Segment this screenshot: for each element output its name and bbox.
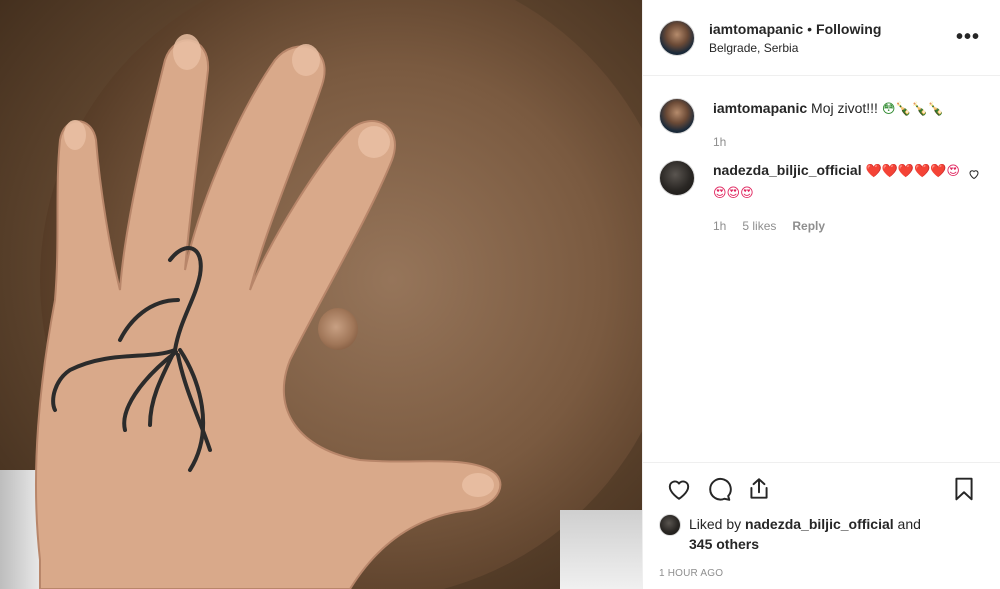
liker-username[interactable]: nadezda_biljic_official [745,516,894,532]
comment-likes[interactable]: 5 likes [742,216,776,236]
caption-text: Moj zivot!!! [811,100,878,116]
post-location[interactable]: Belgrade, Serbia [709,41,952,55]
photo-hand [34,34,502,589]
liked-by-others[interactable]: 345 others [689,536,759,552]
comment-age[interactable]: 1h [713,216,726,236]
author-info: iamtomapanic • Following Belgrade, Serbi… [709,21,952,55]
comment-like-heart-icon[interactable] [968,168,980,180]
comment-icon[interactable] [699,469,739,509]
share-icon[interactable] [739,469,779,509]
follow-status-button[interactable]: Following [816,21,881,37]
post-header: iamtomapanic • Following Belgrade, Serbi… [643,0,1000,76]
caption-meta: 1h [713,132,962,152]
caption-age[interactable]: 1h [713,132,726,152]
liked-by-prefix: Liked by [689,516,742,532]
caption-emoji: 😳🍾🍾🍾 [881,102,944,117]
bookmark-icon[interactable] [944,469,984,509]
liker-avatar[interactable] [659,514,681,536]
post-timestamp[interactable]: 1 HOUR AGO [643,554,1000,589]
author-username[interactable]: iamtomapanic [709,21,803,37]
post-photo[interactable] [0,0,642,589]
author-avatar[interactable] [659,19,695,56]
liked-by-and: and [897,516,921,532]
post-sidebar: iamtomapanic • Following Belgrade, Serbi… [642,0,1000,589]
caption-avatar[interactable] [659,98,695,134]
follow-separator: • [807,20,813,37]
instagram-post: iamtomapanic • Following Belgrade, Serbi… [0,0,1000,589]
heart-icon[interactable] [659,469,699,509]
more-options-icon[interactable]: ••• [952,26,984,49]
caption-username[interactable]: iamtomapanic [713,100,807,116]
reply-button[interactable]: Reply [792,216,825,236]
comment-item: nadezda_biljic_official ❤️❤️❤️❤️❤️😍😍😍😍 1… [659,160,984,236]
action-bar [643,462,1000,514]
comment-meta: 1h 5 likes Reply [713,216,962,236]
commenter-avatar[interactable] [659,160,695,196]
liked-by-row: Liked by nadezda_biljic_official and 345… [643,514,1000,554]
commenter-username[interactable]: nadezda_biljic_official [713,162,862,178]
comments-list: iamtomapanic Moj zivot!!! 😳🍾🍾🍾 1h nadezd… [643,76,1000,462]
caption-comment: iamtomapanic Moj zivot!!! 😳🍾🍾🍾 1h [659,98,984,152]
